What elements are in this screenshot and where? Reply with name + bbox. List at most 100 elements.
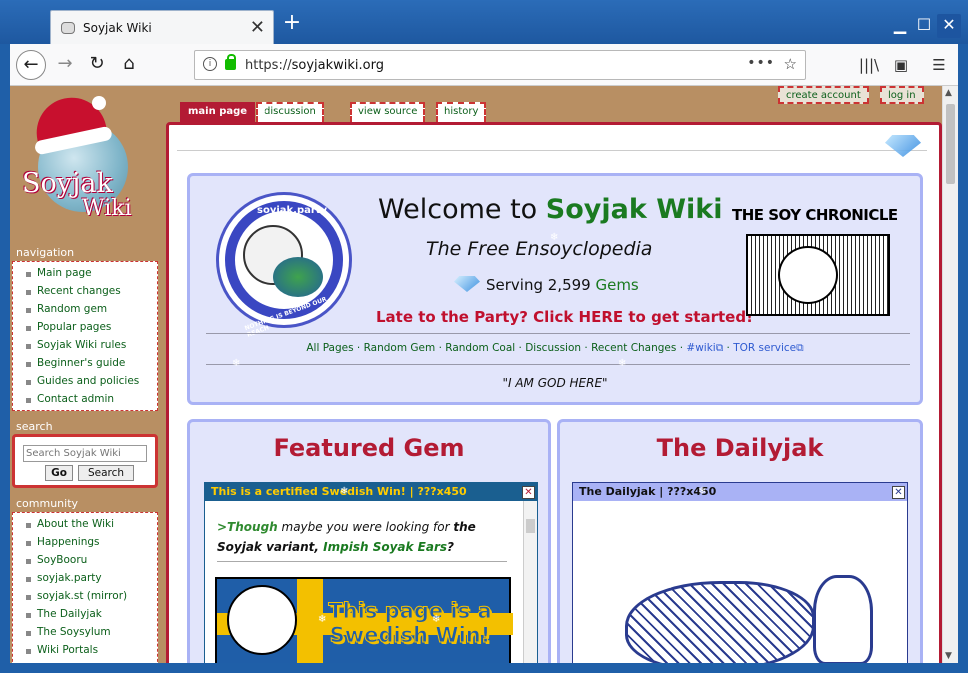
welcome-divider-2 — [206, 364, 910, 365]
forward-arrow-icon[interactable]: → — [50, 50, 80, 80]
featured-scroll-thumb[interactable] — [526, 519, 535, 533]
soy-chronicle-title[interactable]: THE SOY CHRONICLE — [732, 206, 898, 224]
top-divider — [177, 150, 927, 151]
link-recent-changes[interactable]: Recent Changes — [591, 342, 676, 354]
impish-soyak-ears-link[interactable]: Impish Soyak Ears — [323, 540, 447, 554]
create-account-link[interactable]: create account — [778, 86, 869, 104]
com-happenings[interactable]: Happenings — [13, 534, 157, 552]
gem-diamond-icon — [885, 135, 921, 157]
library-icon[interactable]: |||\ — [858, 54, 880, 76]
url-bar[interactable]: i https://soyjakwiki.org ••• ☆ — [194, 50, 806, 80]
dailyjak-image[interactable] — [585, 571, 897, 663]
nav-guides-policies[interactable]: Guides and policies — [13, 373, 157, 391]
link-tor-service[interactable]: TOR service — [733, 342, 796, 354]
external-link-icon: ⧉ — [715, 342, 724, 354]
scroll-down-icon[interactable]: ▼ — [945, 651, 952, 661]
snowflake-icon: ❄ — [232, 358, 241, 369]
tab-history[interactable]: history — [436, 102, 487, 122]
featured-scrollbar[interactable] — [523, 501, 537, 663]
new-tab-button[interactable]: + — [281, 12, 303, 34]
reload-icon[interactable]: ↻ — [82, 50, 112, 80]
tab-close-icon[interactable]: ✕ — [250, 17, 265, 38]
hamburger-menu-icon[interactable]: ☰ — [928, 54, 950, 76]
search-portlet: Go Search — [12, 434, 158, 488]
snowflake-icon: ❄ — [340, 486, 349, 497]
com-dailyjak[interactable]: The Dailyjak — [13, 606, 157, 624]
gems-link[interactable]: Gems — [595, 276, 638, 294]
external-link-icon: ⧉ — [796, 342, 804, 354]
scroll-thumb[interactable] — [946, 104, 955, 184]
nav-main-page[interactable]: Main page — [13, 265, 157, 283]
snowflake-icon: ❄ — [258, 106, 267, 117]
dailyjak-panel: The Dailyjak The Dailyjak | ???x450 ✕ — [557, 419, 923, 663]
welcome-divider — [206, 333, 910, 334]
dailyjak-title: The Dailyjak — [656, 434, 824, 462]
swedish-win-text: This page is a Swedish Win! — [328, 599, 492, 648]
soyjak-face-icon — [227, 585, 297, 655]
scroll-up-icon[interactable]: ▲ — [945, 88, 952, 98]
page-actions-icon[interactable]: ••• — [747, 55, 775, 71]
com-about[interactable]: About the Wiki — [13, 516, 157, 534]
soy-chronicle-image[interactable] — [746, 234, 890, 316]
link-all-pages[interactable]: All Pages — [306, 342, 353, 354]
get-started-link[interactable]: Late to the Party? Click HERE to get sta… — [376, 308, 753, 326]
search-button[interactable]: Search — [78, 465, 134, 481]
browser-tab[interactable]: Soyjak Wiki ✕ — [50, 10, 274, 44]
maximize-icon[interactable]: ☐ — [912, 14, 936, 38]
bookmark-star-icon[interactable]: ☆ — [784, 55, 797, 73]
link-discussion[interactable]: Discussion — [525, 342, 581, 354]
welcome-panel: soyjak.party NOTHING IS BEYOND OUR REACH… — [187, 173, 923, 405]
featured-close-icon[interactable]: ✕ — [522, 486, 535, 499]
search-input[interactable] — [23, 445, 147, 462]
dailyjak-box-header: The Dailyjak | ???x450 — [573, 483, 907, 501]
page-scrollbar[interactable]: ▲ ▼ — [942, 86, 958, 663]
nav-popular-pages[interactable]: Popular pages — [13, 319, 157, 337]
dailyjak-close-icon[interactable]: ✕ — [892, 486, 905, 499]
nav-beginners-guide[interactable]: Beginner's guide — [13, 355, 157, 373]
link-random-coal[interactable]: Random Coal — [445, 342, 515, 354]
com-soysylum[interactable]: The Soysylum — [13, 624, 157, 642]
window-bottom-edge — [0, 663, 968, 673]
wiki-favicon-icon — [61, 22, 75, 34]
logo-word-soyjak: Soyjak — [22, 168, 113, 199]
snowflake-icon: ❄ — [698, 486, 707, 497]
nav-random-gem[interactable]: Random gem — [13, 301, 157, 319]
url-scheme: https:// — [245, 58, 292, 73]
minimize-icon[interactable]: ▁ — [888, 14, 912, 38]
link-irc-wiki[interactable]: #wiki — [686, 342, 715, 354]
welcome-prefix: Welcome to — [378, 194, 546, 225]
log-in-link[interactable]: log in — [880, 86, 924, 104]
wiki-logo[interactable]: Soyjak Wiki — [16, 91, 156, 236]
navigation-heading: navigation — [16, 246, 75, 259]
url-text[interactable]: https://soyjakwiki.org — [245, 58, 384, 73]
featured-text: >Though maybe you were looking for the S… — [217, 517, 507, 562]
go-button[interactable]: Go — [45, 465, 73, 481]
back-arrow-icon[interactable]: ← — [16, 50, 46, 80]
chronicle-face-icon — [778, 246, 838, 304]
com-soybooru[interactable]: SoyBooru — [13, 552, 157, 570]
featured-box-header: This is a certified Swedish Win! | ???x4… — [205, 483, 537, 501]
featured-text-mid: maybe you were looking for — [277, 520, 454, 534]
com-soyjak-party[interactable]: soyjak.party — [13, 570, 157, 588]
window-close-icon[interactable]: ✕ — [937, 14, 961, 38]
nav-contact-admin[interactable]: Contact admin — [13, 391, 157, 409]
nav-recent-changes[interactable]: Recent changes — [13, 283, 157, 301]
info-icon[interactable]: i — [203, 57, 217, 71]
com-wiki-portals[interactable]: Wiki Portals — [13, 642, 157, 660]
home-icon[interactable]: ⌂ — [114, 50, 144, 80]
sidebar-icon[interactable]: ▣ — [890, 54, 912, 76]
link-random-gem[interactable]: Random Gem — [364, 342, 436, 354]
welcome-title: Welcome to Soyjak Wiki — [378, 194, 722, 225]
nav-wiki-rules[interactable]: Soyjak Wiki rules — [13, 337, 157, 355]
tab-view-source[interactable]: view source — [350, 102, 426, 122]
snowflake-icon: ❄ — [618, 358, 627, 369]
featured-box: This is a certified Swedish Win! | ???x4… — [204, 482, 538, 663]
com-soyjak-st[interactable]: soyjak.st (mirror) — [13, 588, 157, 606]
tab-main-page[interactable]: main page — [180, 102, 256, 122]
diamond-icon — [454, 276, 480, 292]
welcome-highlight[interactable]: Soyjak Wiki — [546, 194, 723, 225]
soyjak-party-logo[interactable]: soyjak.party NOTHING IS BEYOND OUR REACH — [216, 192, 352, 339]
soyjak-drawing-icon — [813, 575, 873, 663]
content-area: soyjak.party NOTHING IS BEYOND OUR REACH… — [166, 122, 942, 663]
featured-gem-panel: Featured Gem This is a certified Swedish… — [187, 419, 551, 663]
